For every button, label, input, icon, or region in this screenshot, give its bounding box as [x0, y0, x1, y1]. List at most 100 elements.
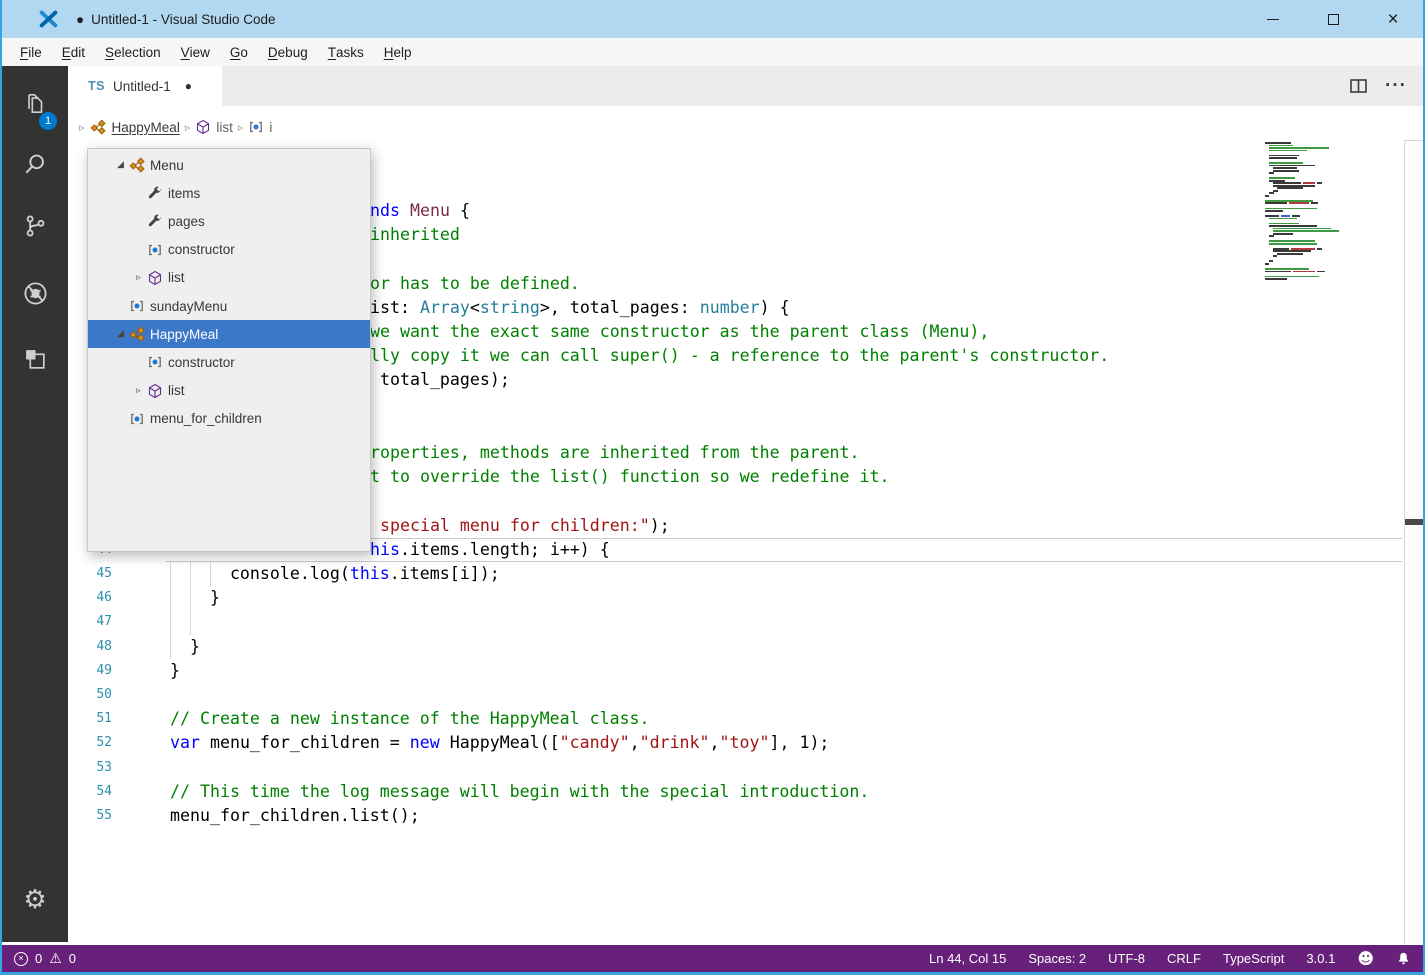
code-line[interactable]: var menu_for_children = new HappyMeal(["…	[170, 731, 829, 755]
tab-untitled-1[interactable]: TS Untitled-1 ●	[68, 66, 222, 106]
vertical-scrollbar[interactable]	[1404, 140, 1423, 945]
line-number: 55	[96, 808, 112, 823]
minimap-line	[1269, 240, 1315, 243]
problems-status[interactable]: × 0 ⚠ 0	[14, 951, 76, 967]
code-line[interactable]: t to override the list() function so we …	[370, 465, 890, 489]
symbol-row-constructor[interactable]: constructor	[88, 348, 370, 376]
symbol-row-HappyMeal[interactable]: ◢ HappyMeal	[88, 320, 370, 349]
minimap-line	[1269, 154, 1299, 157]
errors-count: 0	[35, 951, 43, 966]
manage-button[interactable]: ⚙	[2, 874, 68, 926]
eol[interactable]: CRLF	[1167, 951, 1201, 966]
code-line[interactable]: console.log(this.items[i]);	[170, 562, 500, 586]
activitybar-source-control-button[interactable]	[2, 200, 68, 252]
status-bar: × 0 ⚠ 0 Ln 44, Col 15 Spaces: 2 UTF-8 CRLF T…	[2, 945, 1423, 972]
line-number: 49	[96, 662, 112, 678]
minimap-line	[1265, 262, 1269, 265]
code-line[interactable]: his.items.length; i++) {	[370, 538, 610, 562]
minimap-line	[1269, 235, 1274, 238]
menu-help[interactable]: Help	[374, 38, 422, 66]
minimap-line	[1273, 255, 1277, 258]
gear-icon: ⚙	[23, 885, 47, 915]
twisty-collapsed-icon[interactable]: ▹	[130, 386, 147, 396]
notifications-bell-icon[interactable]	[1396, 951, 1411, 966]
feedback-smiley-icon[interactable]: ☻	[1357, 949, 1374, 968]
minimap-line	[1269, 177, 1295, 180]
class-icon	[90, 119, 107, 136]
line-number: 50	[96, 687, 112, 702]
maximize-button[interactable]	[1303, 0, 1363, 38]
minimap-line	[1269, 260, 1273, 263]
activitybar-search-button[interactable]	[2, 138, 68, 190]
symbol-row-list[interactable]: ▹ list	[88, 377, 370, 405]
breadcrumb-item-i[interactable]: i	[248, 119, 272, 135]
symbol-row-pages[interactable]: pages	[88, 207, 370, 235]
minimap-line	[1269, 222, 1299, 225]
symbol-row-Menu[interactable]: ◢ Menu	[88, 151, 370, 179]
symbol-row-list[interactable]: ▹ list	[88, 264, 370, 292]
field-icon	[147, 185, 168, 201]
typescript-file-icon: TS	[88, 79, 105, 93]
activitybar-debug-button[interactable]	[2, 267, 68, 319]
code-line[interactable]: }	[170, 635, 200, 659]
menu-edit[interactable]: Edit	[52, 38, 95, 66]
symbol-row-menu_for_children[interactable]: menu_for_children	[88, 405, 370, 433]
cursor-position[interactable]: Ln 44, Col 15	[929, 951, 1006, 966]
tab-bar: TS Untitled-1 ● ···	[68, 66, 1423, 106]
twisty-expanded-icon[interactable]: ◢	[112, 329, 129, 339]
explorer-badge: 1	[39, 112, 57, 130]
menu-debug[interactable]: Debug	[258, 38, 318, 66]
code-line[interactable]: roperties, methods are inherited from th…	[370, 441, 860, 465]
menu-go[interactable]: Go	[220, 38, 258, 66]
symbol-row-sundayMenu[interactable]: sundayMenu	[88, 292, 370, 320]
breadcrumb-label: list	[216, 119, 233, 135]
minimize-button[interactable]	[1243, 0, 1303, 38]
minimap-line	[1273, 227, 1331, 230]
menu-tasks[interactable]: Tasks	[318, 38, 374, 66]
breadcrumb-item-HappyMeal[interactable]: HappyMeal	[90, 119, 180, 136]
warnings-icon: ⚠	[49, 950, 62, 967]
code-line[interactable]: inherited	[370, 223, 460, 247]
breadcrumb-item-list[interactable]: list	[195, 119, 233, 135]
code-line[interactable]: menu_for_children.list();	[170, 804, 420, 828]
split-editor-button[interactable]	[1350, 79, 1367, 93]
symbol-label: Menu	[150, 157, 184, 173]
symbol-row-items[interactable]: items	[88, 179, 370, 207]
minimap-line	[1273, 230, 1339, 232]
minimap-line	[1269, 217, 1297, 220]
encoding[interactable]: UTF-8	[1108, 951, 1145, 966]
code-line[interactable]: ist: Array<string>, total_pages: number)…	[370, 296, 790, 320]
twisty-expanded-icon[interactable]: ◢	[112, 160, 129, 170]
code-line[interactable]: }	[170, 659, 180, 683]
chevron-right-icon[interactable]: ▹	[74, 121, 90, 134]
activitybar-extensions-button[interactable]	[2, 333, 68, 385]
code-line[interactable]: or has to be defined.	[370, 272, 580, 296]
symbol-label: constructor	[168, 354, 235, 370]
menu-view[interactable]: View	[171, 38, 220, 66]
indentation[interactable]: Spaces: 2	[1028, 951, 1086, 966]
code-line[interactable]: lly copy it we can call super() - a refe…	[370, 344, 1109, 368]
code-line[interactable]: }	[170, 586, 220, 610]
twisty-collapsed-icon[interactable]: ▹	[130, 273, 147, 283]
code-line[interactable]: nds Menu {	[370, 199, 470, 223]
activitybar-files-button[interactable]: 1	[2, 78, 68, 130]
language-mode[interactable]: TypeScript	[1223, 951, 1284, 966]
line-number: 53	[96, 759, 112, 775]
dirty-indicator[interactable]: ●	[185, 79, 192, 93]
ts-version[interactable]: 3.0.1	[1306, 951, 1335, 966]
class-icon	[129, 326, 150, 343]
code-line[interactable]: // This time the log message will begin …	[170, 780, 869, 804]
symbol-row-constructor[interactable]: constructor	[88, 236, 370, 264]
code-line[interactable]: total_pages);	[370, 368, 510, 392]
more-actions-button[interactable]: ···	[1385, 75, 1407, 97]
minimap-line	[1277, 187, 1303, 190]
close-button[interactable]: ×	[1363, 0, 1423, 38]
code-line[interactable]: special menu for children:");	[370, 514, 670, 538]
minimap[interactable]	[1265, 142, 1359, 452]
code-line[interactable]: // Create a new instance of the HappyMea…	[170, 707, 650, 731]
breadcrumb: ▹ HappyMeal ▹ list ▹ i	[68, 106, 1423, 148]
menu-selection[interactable]: Selection	[95, 38, 171, 66]
minimap-line	[1265, 207, 1317, 210]
menu-file[interactable]: File	[10, 38, 52, 66]
code-line[interactable]: we want the exact same constructor as th…	[370, 320, 989, 344]
